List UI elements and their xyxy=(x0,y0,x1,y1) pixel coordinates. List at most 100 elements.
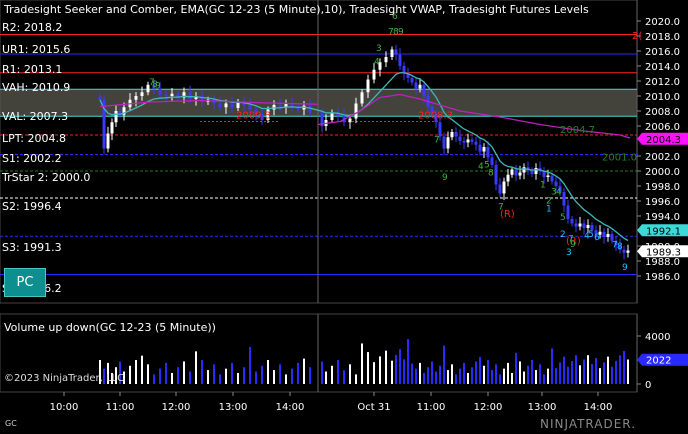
volume-bar xyxy=(423,372,425,384)
volume-bar xyxy=(273,370,275,384)
time-tick-label: 11:00 xyxy=(106,402,135,413)
volume-bar xyxy=(321,361,323,384)
volume-tick-label: 0 xyxy=(645,380,651,391)
chart-level-label: 2001.0 xyxy=(602,153,637,164)
volume-bar xyxy=(563,356,565,384)
chart-canvas[interactable]: 2020.0 2018.0 2016.0 2014.0 2012.0 2010.0 2008… xyxy=(0,0,688,434)
volume-bar xyxy=(367,352,369,384)
candle-body xyxy=(398,54,402,66)
candle-body xyxy=(390,49,394,57)
volume-bar xyxy=(471,367,473,384)
volume-bar xyxy=(627,359,629,384)
price-tick-label: 2008.0 xyxy=(645,107,680,118)
volume-bar xyxy=(237,372,239,384)
price-tick-label: 1994.0 xyxy=(645,212,680,223)
volume-bar xyxy=(419,362,421,384)
candle-body xyxy=(106,133,110,149)
volume-bar xyxy=(297,362,299,384)
volume-bar xyxy=(411,363,413,384)
candle-body xyxy=(574,223,578,227)
price-tick-label: 1996.0 xyxy=(645,197,680,208)
symbol-abbr: GC xyxy=(5,419,17,428)
candle-body xyxy=(522,167,526,173)
volume-bar xyxy=(435,371,437,384)
volume-bar xyxy=(455,374,457,384)
candle-body xyxy=(458,136,462,141)
volume-bar xyxy=(495,364,497,384)
candle-body xyxy=(546,175,550,177)
candle-body xyxy=(248,105,252,110)
candle-body xyxy=(330,112,334,120)
volume-bar xyxy=(201,360,203,384)
volume-bar xyxy=(535,370,537,384)
seeker-count-label: 3 xyxy=(376,44,382,54)
volume-bar xyxy=(523,371,525,384)
candle-body xyxy=(354,103,358,119)
level-trstar: TrStar 2: 2000.0 xyxy=(2,171,91,184)
candle-body xyxy=(566,205,570,219)
candle-body xyxy=(394,49,398,55)
candle-body xyxy=(586,225,590,228)
candle-body xyxy=(224,103,228,108)
volume-bar xyxy=(467,372,469,384)
volume-bar xyxy=(499,374,501,384)
price-tick-label: 2006.0 xyxy=(645,122,680,133)
volume-bar xyxy=(261,365,263,384)
time-tick-label: 12:00 xyxy=(162,402,191,413)
volume-bar xyxy=(459,368,461,384)
volume-bar xyxy=(395,354,397,384)
volume-bar xyxy=(539,364,541,384)
time-tick-label: 14:00 xyxy=(584,402,613,413)
volume-bar xyxy=(507,362,509,384)
pc-button[interactable]: PC xyxy=(4,268,46,297)
candle-body xyxy=(114,111,118,123)
candle-body xyxy=(414,82,418,89)
price-tick-label: 2012.0 xyxy=(645,77,680,88)
price-badge-label: 1992.1 xyxy=(646,226,681,237)
level-lpt: LPT: 2004.8 xyxy=(2,132,66,145)
volume-bar xyxy=(355,374,357,384)
volume-bar xyxy=(349,364,351,384)
volume-bar xyxy=(431,361,433,384)
price-panel-title: Tradesight Seeker and Comber, EMA(GC 12-… xyxy=(4,3,589,16)
seeker-count-label: 4 xyxy=(374,58,380,68)
seeker-count-label: 7 xyxy=(498,202,504,212)
candle-body xyxy=(170,93,174,96)
volume-bar xyxy=(595,358,597,384)
level-r2: R2: 2018.2 xyxy=(2,21,63,34)
volume-bar xyxy=(361,343,363,384)
volume-bar xyxy=(331,365,333,384)
volume-bar xyxy=(607,356,609,384)
candle-body xyxy=(550,175,554,182)
volume-bar xyxy=(511,372,513,384)
volume-bar xyxy=(551,348,553,384)
candle-body xyxy=(384,57,388,63)
candle-body xyxy=(110,122,114,134)
volume-bar xyxy=(385,350,387,384)
candle-body xyxy=(474,141,478,145)
volume-bar xyxy=(491,370,493,384)
volume-bar xyxy=(403,359,405,384)
candle-body xyxy=(422,84,426,96)
volume-bar xyxy=(439,365,441,384)
time-tick-label: 13:00 xyxy=(528,402,557,413)
comber-count-label: 6 xyxy=(594,233,600,243)
candle-body xyxy=(530,170,534,174)
volume-bar xyxy=(603,362,605,384)
candle-body xyxy=(454,132,458,137)
level-vah: VAH: 2010.9 xyxy=(2,81,71,94)
candle-body xyxy=(490,157,494,165)
price-tick-label: 2010.0 xyxy=(645,92,680,103)
volume-bar xyxy=(267,360,269,384)
candle-body xyxy=(98,96,102,100)
price-tick-label: 2020.0 xyxy=(645,17,680,28)
comber-count-label: 2 xyxy=(560,230,566,240)
time-tick-label: 10:00 xyxy=(50,402,79,413)
volume-bar xyxy=(135,360,137,384)
volume-bar xyxy=(337,360,339,384)
volume-bar xyxy=(141,355,143,384)
time-tick-label: 11:00 xyxy=(417,402,446,413)
candle-body xyxy=(578,223,582,227)
volume-badge-label: 2022 xyxy=(646,356,671,367)
chart-level-label: 2( xyxy=(632,31,642,42)
